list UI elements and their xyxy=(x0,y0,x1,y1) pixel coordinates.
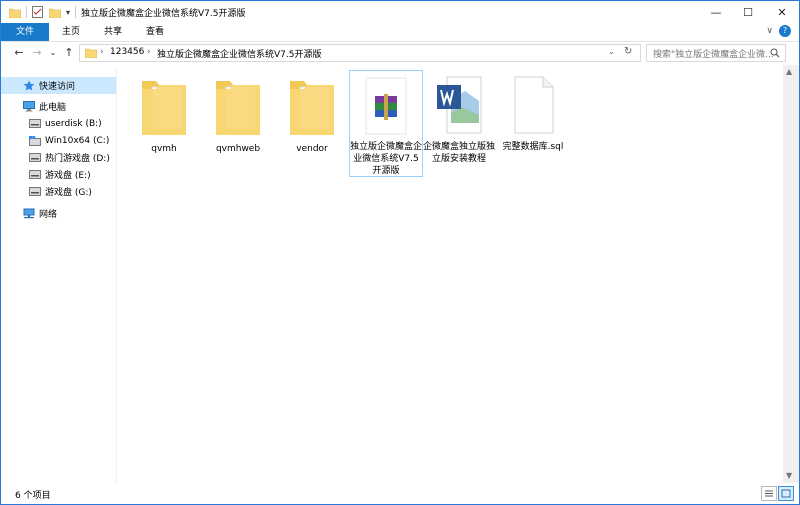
forward-button[interactable]: → xyxy=(29,45,45,61)
breadcrumb-item[interactable]: 独立版企微魔盒企业微信系统V7.5开源版 xyxy=(157,47,321,60)
search-box[interactable]: 搜索"独立版企微魔盒企业微... xyxy=(646,44,786,62)
search-icon xyxy=(770,48,780,58)
navigation-bar: ← → ⌄ ↑ › 123456 › 独立版企微魔盒企业微信系统V7.5开源版 … xyxy=(1,42,799,64)
file-item-word-document[interactable]: 企微魔盒独立版独立版安装教程 xyxy=(423,71,495,165)
chevron-down-icon[interactable]: ⌄ xyxy=(608,47,615,56)
drive-icon xyxy=(29,187,41,196)
properties-icon[interactable] xyxy=(32,6,43,18)
tab-view[interactable]: 查看 xyxy=(135,23,175,41)
minimize-button[interactable]: — xyxy=(699,1,733,23)
sidebar-item-userdisk[interactable]: userdisk (B:) xyxy=(1,115,116,132)
sidebar-item-quick-access[interactable]: 快速访问 xyxy=(1,77,116,94)
expand-ribbon-icon[interactable]: ∨ xyxy=(766,26,773,36)
folder-icon xyxy=(216,81,260,135)
breadcrumb-item[interactable]: 123456 xyxy=(110,47,144,57)
file-item-qvmh[interactable]: qvmh xyxy=(128,71,200,165)
title-bar: ▾ 独立版企微魔盒企业微信系统V7.5开源版 — ☐ ✕ xyxy=(1,1,799,23)
network-icon xyxy=(23,208,35,219)
status-bar: 6 个项目 xyxy=(1,483,799,504)
customize-toolbar-icon[interactable]: ▾ xyxy=(66,8,70,17)
folder-icon xyxy=(9,8,21,18)
address-bar[interactable]: › 123456 › 独立版企微魔盒企业微信系统V7.5开源版 ⌄ ↻ xyxy=(79,44,641,62)
large-icons-view-button[interactable] xyxy=(778,486,794,501)
explorer-window: ▾ 独立版企微魔盒企业微信系统V7.5开源版 — ☐ ✕ 文件 主页 共享 查看… xyxy=(0,0,800,505)
folder-icon xyxy=(290,81,334,135)
scroll-up-icon[interactable]: ▲ xyxy=(786,67,792,76)
system-drive-icon xyxy=(29,135,41,146)
drive-icon xyxy=(29,170,41,179)
drive-icon xyxy=(29,119,41,128)
sidebar-item-network[interactable]: 网络 xyxy=(1,205,116,222)
recent-locations-button[interactable]: ⌄ xyxy=(45,45,61,61)
item-count: 6 个项目 xyxy=(15,491,51,501)
winrar-archive-icon xyxy=(365,77,407,135)
folder-icon xyxy=(142,81,186,135)
sidebar-item-drive-d[interactable]: 热门游戏盘 (D:) xyxy=(1,149,116,166)
file-item-qvmhweb[interactable]: qvmhweb xyxy=(202,71,274,165)
sidebar-item-drive-c[interactable]: Win10x64 (C:) xyxy=(1,132,116,149)
close-button[interactable]: ✕ xyxy=(765,1,799,23)
window-title: 独立版企微魔盒企业微信系统V7.5开源版 xyxy=(81,9,246,19)
back-button[interactable]: ← xyxy=(11,45,27,61)
drive-icon xyxy=(29,153,41,162)
new-folder-icon[interactable] xyxy=(49,7,61,18)
sidebar-item-drive-g[interactable]: 游戏盘 (G:) xyxy=(1,183,116,200)
details-view-button[interactable] xyxy=(761,486,777,501)
tab-share[interactable]: 共享 xyxy=(93,23,133,41)
file-item-vendor[interactable]: vendor xyxy=(276,71,348,165)
file-icon xyxy=(514,76,554,134)
sidebar-item-this-pc[interactable]: 此电脑 xyxy=(1,98,116,115)
tab-home[interactable]: 主页 xyxy=(51,23,91,41)
maximize-button[interactable]: ☐ xyxy=(731,1,765,23)
up-button[interactable]: ↑ xyxy=(61,45,77,61)
help-icon[interactable]: ? xyxy=(779,25,791,37)
details-view-icon xyxy=(765,490,773,497)
ribbon-tabs: 文件 主页 共享 查看 ∨ ? xyxy=(1,23,799,42)
tab-file[interactable]: 文件 xyxy=(1,23,49,41)
vertical-scrollbar[interactable]: ▲ ▼ xyxy=(783,65,799,483)
large-icons-view-icon xyxy=(781,489,791,498)
computer-icon xyxy=(23,101,35,112)
file-item-rar-archive[interactable]: 独立版企微魔盒企业微信系统V7.5开源版 xyxy=(349,70,423,177)
word-document-icon xyxy=(437,76,482,134)
quick-access-toolbar: ▾ xyxy=(9,5,81,19)
search-input[interactable]: 搜索"独立版企微魔盒企业微... xyxy=(653,47,774,60)
breadcrumb-separator: › xyxy=(100,47,104,57)
refresh-icon[interactable]: ↻ xyxy=(624,46,632,57)
scroll-down-icon[interactable]: ▼ xyxy=(786,471,792,480)
file-item-sql[interactable]: 完整数据库.sql xyxy=(497,71,569,165)
folder-icon xyxy=(85,48,97,58)
file-list: qvmh qvmhweb vendor 独立版企微魔盒企业微信系统V7.5开源版… xyxy=(117,67,783,483)
navigation-pane: 快速访问 此电脑 userdisk (B:) Win10x64 (C:) 热门游… xyxy=(1,67,117,483)
star-icon xyxy=(23,80,35,90)
breadcrumb-separator: › xyxy=(147,47,151,57)
sidebar-item-drive-e[interactable]: 游戏盘 (E:) xyxy=(1,166,116,183)
